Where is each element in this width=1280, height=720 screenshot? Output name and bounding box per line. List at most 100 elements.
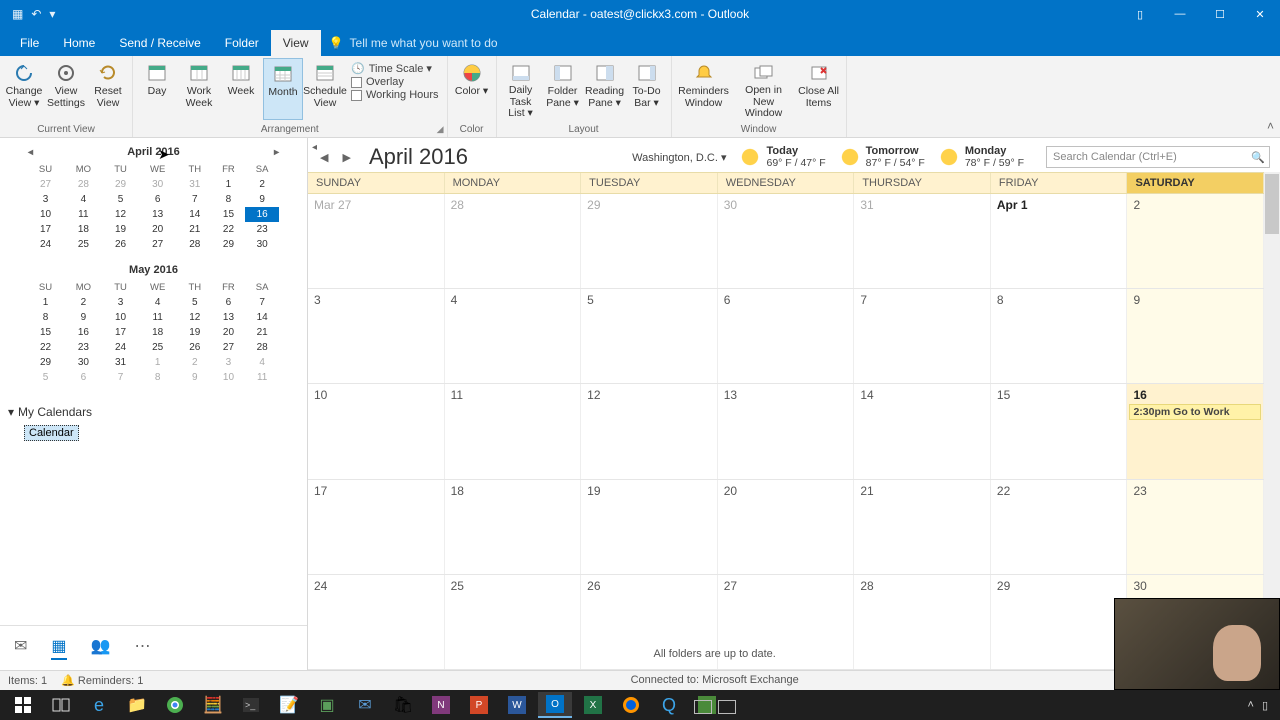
working-hours-checkbox[interactable]: Working Hours <box>351 89 439 101</box>
mini-day[interactable]: 10 <box>28 207 63 222</box>
mini-day[interactable]: 28 <box>178 237 212 252</box>
day-cell[interactable]: Apr 1 <box>991 194 1128 288</box>
day-cell[interactable]: 17 <box>308 480 445 574</box>
open-new-window-button[interactable]: Open in New Window <box>734 58 794 120</box>
my-calendars-header[interactable]: ▾ My Calendars <box>0 401 307 423</box>
time-scale-button[interactable]: 🕓 Time Scale ▾ <box>351 62 439 75</box>
close-all-items-button[interactable]: Close All Items <box>796 58 842 120</box>
day-cell[interactable]: 7 <box>854 289 991 383</box>
day-cell[interactable]: 11 <box>445 384 582 478</box>
mini-prev-button[interactable]: ◂ <box>28 147 33 158</box>
mini-day[interactable]: 6 <box>137 192 178 207</box>
calendar-event[interactable]: 2:30pm Go to Work <box>1129 404 1261 420</box>
mini-day[interactable]: 13 <box>212 310 246 325</box>
mini-day[interactable]: 11 <box>245 370 279 385</box>
mini-day[interactable]: 13 <box>137 207 178 222</box>
qa-save-icon[interactable]: ▦ <box>12 7 23 21</box>
qa-undo-icon[interactable]: ↶ <box>31 7 41 21</box>
calendar-list-item[interactable]: Calendar <box>24 425 79 441</box>
day-cell[interactable]: 22 <box>991 480 1128 574</box>
mini-day[interactable]: 5 <box>104 192 138 207</box>
mini-day[interactable]: 5 <box>178 295 212 310</box>
tab-view[interactable]: View <box>271 30 321 56</box>
mini-day[interactable]: 29 <box>212 237 246 252</box>
day-cell[interactable]: 14 <box>854 384 991 478</box>
ribbon-options-icon[interactable]: ▯ <box>1120 0 1160 28</box>
day-cell[interactable]: 12 <box>581 384 718 478</box>
mini-day[interactable]: 21 <box>245 325 279 340</box>
mini-day[interactable]: 21 <box>178 222 212 237</box>
mini-day[interactable]: 15 <box>28 325 63 340</box>
day-cell[interactable]: 30 <box>718 194 855 288</box>
mini-day[interactable]: 7 <box>178 192 212 207</box>
qa-more-icon[interactable]: ▾ <box>49 7 55 21</box>
minimize-button[interactable]: — <box>1160 0 1200 28</box>
mini-day[interactable]: 24 <box>104 340 138 355</box>
mini-day[interactable]: 27 <box>28 177 63 192</box>
status-reminders[interactable]: 🔔 Reminders: 1 <box>61 674 143 687</box>
day-cell[interactable]: 3 <box>308 289 445 383</box>
tab-home[interactable]: Home <box>51 30 107 56</box>
day-cell[interactable]: 4 <box>445 289 582 383</box>
reading-pane-button[interactable]: Reading Pane ▾ <box>585 58 625 120</box>
view-normal-button[interactable] <box>694 700 712 714</box>
mini-day[interactable]: 25 <box>137 340 178 355</box>
tab-send-receive[interactable]: Send / Receive <box>107 30 212 56</box>
mini-day[interactable]: 2 <box>245 177 279 192</box>
reset-view-button[interactable]: Reset View <box>88 58 128 120</box>
mini-day[interactable]: 20 <box>212 325 246 340</box>
mini-day[interactable]: 1 <box>28 295 63 310</box>
prev-month-button[interactable]: ◀ <box>320 151 328 164</box>
week-button[interactable]: Week <box>221 58 261 120</box>
mini-day[interactable]: 30 <box>137 177 178 192</box>
mini-day[interactable]: 6 <box>63 370 104 385</box>
overlay-checkbox[interactable]: Overlay <box>351 76 439 88</box>
mini-day[interactable]: 16 <box>63 325 104 340</box>
mini-day[interactable]: 30 <box>245 237 279 252</box>
day-cell[interactable]: 23 <box>1127 480 1264 574</box>
calendar-nav-icon[interactable]: ▦ <box>51 636 66 660</box>
weather-location[interactable]: Washington, D.C. ▾ <box>632 151 726 164</box>
mini-day[interactable]: 10 <box>104 310 138 325</box>
edge-taskbar-icon[interactable]: e <box>82 692 116 718</box>
mini-day[interactable]: 1 <box>212 177 246 192</box>
day-cell[interactable]: 18 <box>445 480 582 574</box>
mini-day[interactable]: 29 <box>28 355 63 370</box>
mini-day[interactable]: 11 <box>137 310 178 325</box>
mini-day[interactable]: 31 <box>104 355 138 370</box>
tab-folder[interactable]: Folder <box>213 30 271 56</box>
mini-day[interactable]: 4 <box>63 192 104 207</box>
mini-day[interactable]: 4 <box>245 355 279 370</box>
day-cell[interactable]: 31 <box>854 194 991 288</box>
search-icon[interactable]: 🔍 <box>1251 151 1265 164</box>
mini-day[interactable]: 4 <box>137 295 178 310</box>
mini-day[interactable]: 8 <box>137 370 178 385</box>
mini-day[interactable]: 9 <box>63 310 104 325</box>
next-month-button[interactable]: ▶ <box>342 151 350 164</box>
collapse-ribbon-icon[interactable]: ˄ <box>1267 119 1274 133</box>
mini-day[interactable]: 29 <box>104 177 138 192</box>
close-button[interactable]: ✕ <box>1240 0 1280 28</box>
day-cell[interactable]: 21 <box>854 480 991 574</box>
mail-nav-icon[interactable]: ✉ <box>14 636 27 660</box>
tab-file[interactable]: File <box>8 30 51 56</box>
mini-day[interactable]: 12 <box>178 310 212 325</box>
view-reading-button[interactable] <box>718 700 736 714</box>
mini-day[interactable]: 3 <box>104 295 138 310</box>
mini-day[interactable]: 22 <box>212 222 246 237</box>
mini-day[interactable]: 27 <box>137 237 178 252</box>
mini-day[interactable]: 3 <box>28 192 63 207</box>
mini-day[interactable]: 18 <box>137 325 178 340</box>
day-cell[interactable]: 20 <box>718 480 855 574</box>
mini-day[interactable]: 31 <box>178 177 212 192</box>
mini-day[interactable]: 16 <box>245 207 279 222</box>
color-button[interactable]: Color ▾ <box>452 58 492 120</box>
day-cell[interactable]: 2 <box>1127 194 1264 288</box>
day-cell[interactable]: 29 <box>581 194 718 288</box>
folder-pane-button[interactable]: Folder Pane ▾ <box>543 58 583 120</box>
mini-day[interactable]: 2 <box>63 295 104 310</box>
day-cell[interactable]: Mar 27 <box>308 194 445 288</box>
mini-day[interactable]: 14 <box>178 207 212 222</box>
explorer-taskbar-icon[interactable]: 📁 <box>120 692 154 718</box>
mini-day[interactable]: 12 <box>104 207 138 222</box>
